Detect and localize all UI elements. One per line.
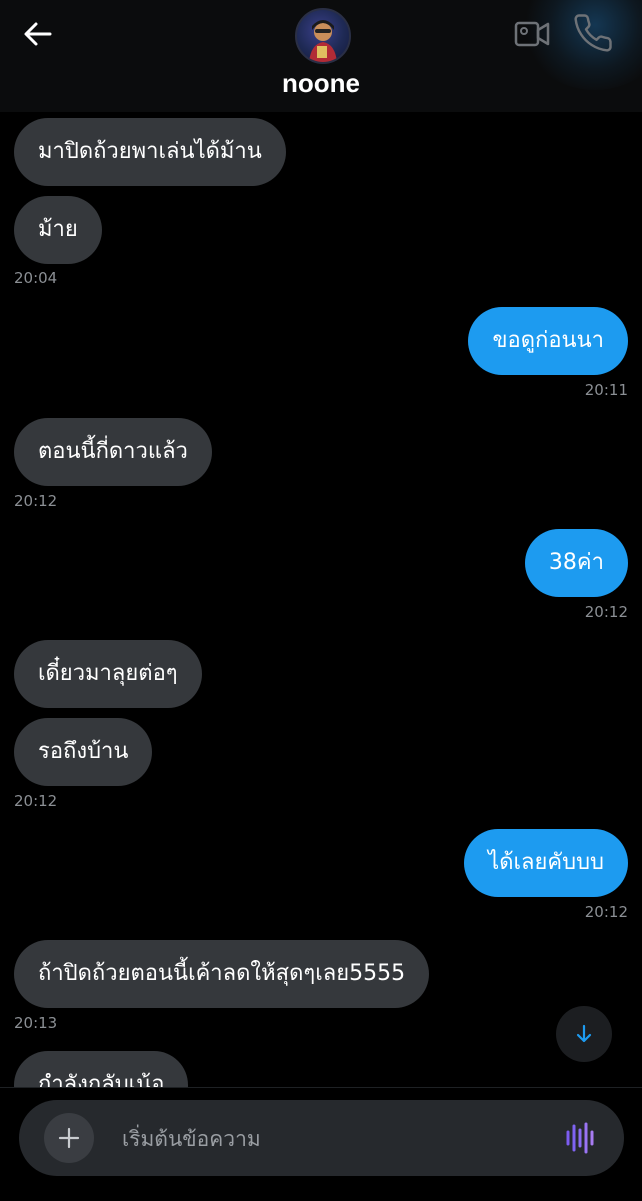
message-timestamp: 20:12 (584, 603, 628, 621)
message-timestamp: 20:04 (14, 269, 58, 287)
message-timestamp: 20:12 (14, 492, 58, 510)
scroll-to-bottom-button[interactable] (556, 1006, 612, 1062)
message-list[interactable]: มาปิดถ้วยพาเล่นได้ม้าน ม้าย 20:04 ขอดูก่… (0, 112, 642, 1087)
message-timestamp: 20:13 (14, 1014, 58, 1032)
incoming-message[interactable]: รอถึงบ้าน (14, 718, 153, 786)
video-call-icon (514, 21, 550, 47)
avatar-image (309, 20, 337, 62)
outgoing-message[interactable]: ได้เลยคับบบ (464, 829, 628, 897)
chat-header: noone (0, 0, 642, 112)
voice-message-button[interactable] (563, 1120, 599, 1156)
phone-icon (574, 14, 612, 52)
incoming-message[interactable]: มาปิดถ้วยพาเล่นได้ม้าน (14, 118, 286, 186)
plus-icon (58, 1127, 80, 1149)
message-input[interactable] (120, 1118, 544, 1160)
voice-call-button[interactable] (572, 12, 614, 54)
contact-name: noone (282, 68, 360, 98)
add-attachment-button[interactable] (44, 1113, 94, 1163)
message-timestamp: 20:12 (14, 792, 58, 810)
incoming-message[interactable]: ม้าย (14, 196, 102, 264)
incoming-message[interactable]: ถ้าปิดถ้วยตอนนี้เค้าลดให้สุดๆเลย5555 (14, 940, 430, 1008)
back-arrow-icon (24, 22, 52, 46)
back-button[interactable] (18, 16, 58, 56)
incoming-message[interactable]: กำลังกลับเน้อ (14, 1051, 189, 1087)
incoming-message[interactable]: เดี๋ยวมาลุยต่อๆ (14, 640, 202, 708)
voice-waveform-icon (566, 1122, 594, 1154)
outgoing-message[interactable]: ขอดูก่อนนา (468, 307, 628, 375)
contact-avatar[interactable] (295, 8, 351, 64)
arrow-down-icon (576, 1024, 592, 1043)
message-timestamp: 20:12 (584, 903, 628, 921)
message-timestamp: 20:11 (584, 381, 628, 399)
incoming-message[interactable]: ตอนนี้กี่ดาวแล้ว (14, 418, 212, 486)
outgoing-message[interactable]: 38ค่า (524, 529, 628, 597)
video-call-button[interactable] (512, 14, 552, 54)
